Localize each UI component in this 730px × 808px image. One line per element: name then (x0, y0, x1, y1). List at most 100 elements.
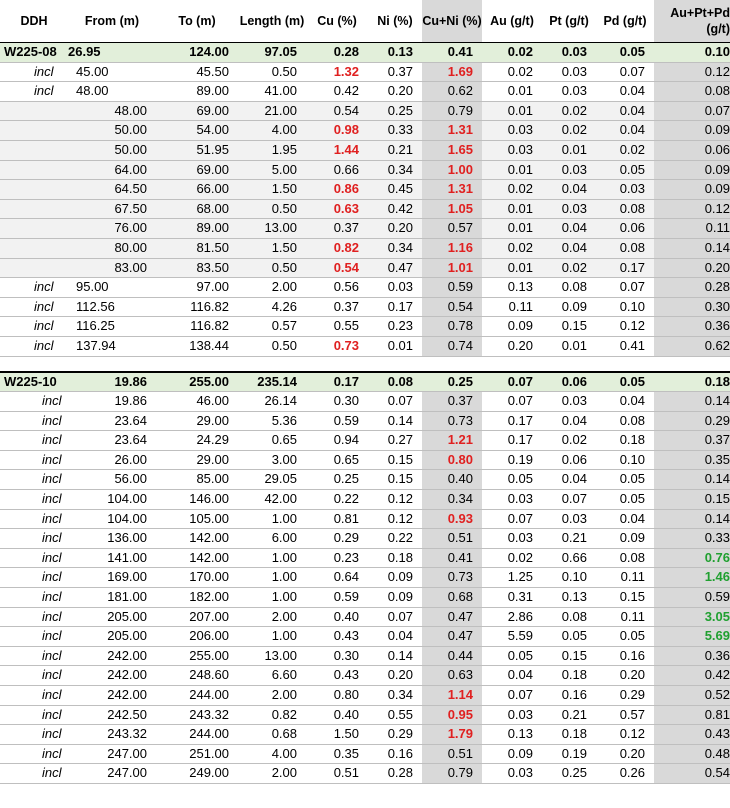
cell-au: 0.07 (482, 391, 542, 412)
cell-cu: 0.65 (306, 450, 368, 471)
incl-label: incl (0, 411, 68, 432)
summary-pt: 0.06 (542, 371, 596, 393)
cell-from: 50.00 (68, 120, 156, 141)
cell-cuni: 0.74 (422, 336, 482, 357)
cell-au-pt-pd: 0.11 (654, 218, 730, 239)
incl-label: incl (0, 277, 68, 298)
table-row: 50.00 51.95 1.95 1.44 0.21 1.65 0.03 0.01 0.02 0.… (0, 140, 730, 161)
cell-au-pt-pd: 0.33 (654, 528, 730, 549)
cell-cuni: 0.93 (422, 509, 482, 530)
column-header-au: Au (g/t) (482, 0, 542, 43)
cell-from: 64.50 (68, 179, 156, 200)
cell-to: 249.00 (156, 763, 238, 784)
cell-cuni: 1.05 (422, 199, 482, 220)
cell-pd: 0.10 (596, 297, 654, 318)
cell-cu: 0.59 (306, 587, 368, 608)
cell-length: 26.14 (238, 391, 306, 412)
table-row: incl 23.64 29.00 5.36 0.59 0.14 0.73 0.17 0.04 0.… (0, 411, 730, 432)
cell-to: 83.50 (156, 258, 238, 279)
cell-cuni: 0.68 (422, 587, 482, 608)
cell-au-pt-pd: 0.14 (654, 469, 730, 491)
cell-length: 0.50 (238, 336, 306, 357)
cell-length: 1.50 (238, 179, 306, 200)
summary-pd: 0.05 (596, 371, 654, 393)
cell-cuni: 1.79 (422, 724, 482, 745)
cell-length: 0.50 (238, 62, 306, 83)
cell-length: 0.57 (238, 316, 306, 337)
cell-au: 0.03 (482, 120, 542, 141)
cell-cuni: 0.78 (422, 316, 482, 337)
cell-to: 29.00 (156, 411, 238, 432)
summary-from: 26.95 (68, 42, 156, 63)
cell-to: 146.00 (156, 489, 238, 510)
cell-from: 116.25 (68, 316, 156, 337)
cell-au-pt-pd: 0.35 (654, 450, 730, 471)
cell-cu: 0.51 (306, 763, 368, 784)
cell-cu: 0.30 (306, 646, 368, 667)
cell-to: 68.00 (156, 199, 238, 220)
cell-pt: 0.15 (542, 316, 596, 337)
cell-length: 0.68 (238, 724, 306, 745)
cell-au-pt-pd: 0.36 (654, 316, 730, 337)
table-row: incl 112.56 116.82 4.26 0.37 0.17 0.54 0.11 0.09… (0, 297, 730, 318)
cell-cu: 0.66 (306, 160, 368, 181)
cell-to: 89.00 (156, 81, 238, 102)
cell-au: 1.25 (482, 567, 542, 589)
cell-au-pt-pd: 0.59 (654, 587, 730, 608)
cell-pd: 0.11 (596, 607, 654, 628)
cell-cuni: 0.41 (422, 548, 482, 569)
cell-pd: 0.57 (596, 705, 654, 726)
cell-au: 0.31 (482, 587, 542, 608)
cell-au-pt-pd: 0.62 (654, 336, 730, 357)
cell-to: 138.44 (156, 336, 238, 357)
summary-cu: 0.17 (306, 371, 368, 393)
cell-to: 170.00 (156, 567, 238, 589)
table-row: 76.00 89.00 13.00 0.37 0.20 0.57 0.01 0.04 0.06 0… (0, 218, 730, 239)
table-row: 83.00 83.50 0.50 0.54 0.47 1.01 0.01 0.02 0.17 0.… (0, 258, 730, 279)
cell-length: 4.00 (238, 744, 306, 765)
cell-cu: 0.40 (306, 705, 368, 726)
cell-ni: 0.03 (368, 277, 422, 298)
cell-cu: 0.54 (306, 258, 368, 279)
cell-pt: 0.66 (542, 548, 596, 569)
cell-pd: 0.08 (596, 238, 654, 259)
cell-au: 0.11 (482, 297, 542, 318)
cell-pd: 0.29 (596, 685, 654, 706)
cell-cu: 0.37 (306, 297, 368, 318)
cell-from: 80.00 (68, 238, 156, 259)
cell-pt: 0.04 (542, 469, 596, 491)
summary-cu: 0.28 (306, 42, 368, 63)
incl-label: incl (0, 587, 68, 608)
cell-pd: 0.12 (596, 316, 654, 337)
cell-ni: 0.34 (368, 685, 422, 706)
cell-pt: 0.10 (542, 567, 596, 589)
cell-ni: 0.15 (368, 469, 422, 491)
cell-pd: 0.08 (596, 199, 654, 220)
incl-label: incl (0, 626, 68, 647)
cell-cuni: 0.59 (422, 277, 482, 298)
cell-from: 247.00 (68, 763, 156, 784)
cell-cu: 0.29 (306, 528, 368, 549)
cell-au: 0.05 (482, 646, 542, 667)
cell-pt: 0.13 (542, 587, 596, 608)
cell-from: 242.00 (68, 665, 156, 686)
cell-au-pt-pd: 0.08 (654, 81, 730, 102)
separator-cell (482, 356, 542, 373)
summary-to: 124.00 (156, 42, 238, 63)
cell-pt: 0.19 (542, 744, 596, 765)
cell-to: 142.00 (156, 528, 238, 549)
cell-from: 243.32 (68, 724, 156, 745)
cell-from: 205.00 (68, 626, 156, 647)
cell-pt: 0.16 (542, 685, 596, 706)
column-header-cuni: Cu+Ni (%) (422, 0, 482, 43)
cell-cuni: 1.00 (422, 160, 482, 181)
cell-ni: 0.14 (368, 646, 422, 667)
cell-ni: 0.20 (368, 665, 422, 686)
cell-ni: 0.29 (368, 724, 422, 745)
cell-to: 89.00 (156, 218, 238, 239)
cell-to: 24.29 (156, 430, 238, 451)
cell-cuni: 0.54 (422, 297, 482, 318)
cell-au: 0.07 (482, 685, 542, 706)
cell-au: 0.03 (482, 705, 542, 726)
incl-label: incl (0, 665, 68, 686)
